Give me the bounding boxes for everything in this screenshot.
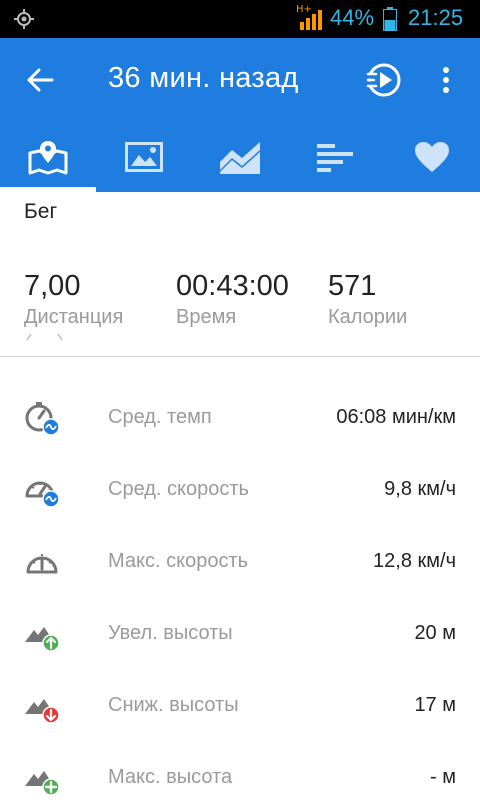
bar-list-icon	[317, 144, 353, 172]
tab-heart-rate[interactable]	[384, 122, 480, 192]
play-route-icon[interactable]	[364, 60, 404, 100]
scroll-hint-marks	[26, 333, 63, 341]
stat-value: 12,8 км/ч	[373, 550, 456, 572]
stat-row-max-elevation: Макс. высота - м	[0, 742, 480, 800]
stat-row-max-speed: Макс. скорость 12,8 км/ч	[0, 526, 480, 598]
clock: 21:25	[408, 5, 464, 30]
distance-value: 7,00	[24, 270, 81, 302]
stat-row-elevation-loss: Сниж. высоты 17 м	[0, 670, 480, 742]
map-icon	[28, 141, 68, 175]
max-elevation-icon	[25, 771, 60, 796]
stat-label: Макс. высота	[108, 766, 233, 788]
tab-selected-indicator	[0, 187, 96, 192]
more-vert-icon[interactable]	[434, 64, 458, 96]
stat-value: - м	[430, 766, 456, 788]
divider	[0, 356, 480, 357]
avg-pace-icon	[25, 402, 60, 436]
image-icon	[125, 142, 163, 172]
avg-speed-icon	[25, 481, 60, 508]
elevation-loss-icon	[25, 699, 60, 724]
stat-label: Сред. темп	[108, 406, 212, 428]
back-arrow-icon[interactable]	[24, 64, 56, 96]
battery-icon	[383, 7, 397, 31]
distance-summary: 7,00 Дистанция	[24, 268, 123, 330]
signal-icon	[300, 10, 322, 30]
gps-icon	[14, 9, 34, 29]
calories-value: 571	[328, 270, 377, 302]
summary-row: 7,00 Дистанция 00:43:00 Время 571 Калори…	[0, 268, 480, 336]
stat-row-elevation-gain: Увел. высоты 20 м	[0, 598, 480, 670]
stat-label: Увел. высоты	[108, 622, 233, 644]
activity-type: Бег	[24, 200, 58, 223]
stat-label: Сниж. высоты	[108, 694, 239, 716]
stat-label: Сред. скорость	[108, 478, 249, 500]
page-title: 36 мин. назад	[108, 62, 299, 94]
status-bar: H+ 44% 21:25	[0, 0, 480, 38]
time-label: Время	[176, 306, 237, 328]
elevation-gain-icon	[25, 627, 60, 652]
stat-value: 20 м	[414, 622, 456, 644]
calories-summary: 571 Калории	[328, 268, 407, 330]
tab-splits[interactable]	[288, 122, 384, 192]
area-chart-icon	[220, 142, 260, 174]
stat-row-avg-speed: Сред. скорость 9,8 км/ч	[0, 454, 480, 526]
stat-row-avg-pace: Сред. темп 06:08 мин/км	[0, 382, 480, 454]
tab-charts[interactable]	[192, 122, 288, 192]
stat-value: 17 м	[414, 694, 456, 716]
time-summary: 00:43:00 Время	[176, 268, 289, 330]
app-bar: 36 мин. назад	[0, 38, 480, 122]
calories-label: Калории	[328, 306, 408, 328]
max-speed-icon	[26, 554, 58, 574]
heart-icon	[415, 142, 449, 172]
tab-bar	[0, 122, 480, 192]
tab-map[interactable]	[0, 122, 96, 192]
distance-label: Дистанция	[24, 306, 124, 328]
battery-percent: 44%	[330, 5, 375, 30]
stat-value: 06:08 мин/км	[336, 406, 456, 428]
tab-photos[interactable]	[96, 122, 192, 192]
stat-label: Макс. скорость	[108, 550, 249, 572]
stats-list: Сред. темп 06:08 мин/км Сред. скорость 9…	[0, 382, 480, 800]
stat-value: 9,8 км/ч	[384, 478, 456, 500]
time-value: 00:43:00	[176, 270, 289, 302]
